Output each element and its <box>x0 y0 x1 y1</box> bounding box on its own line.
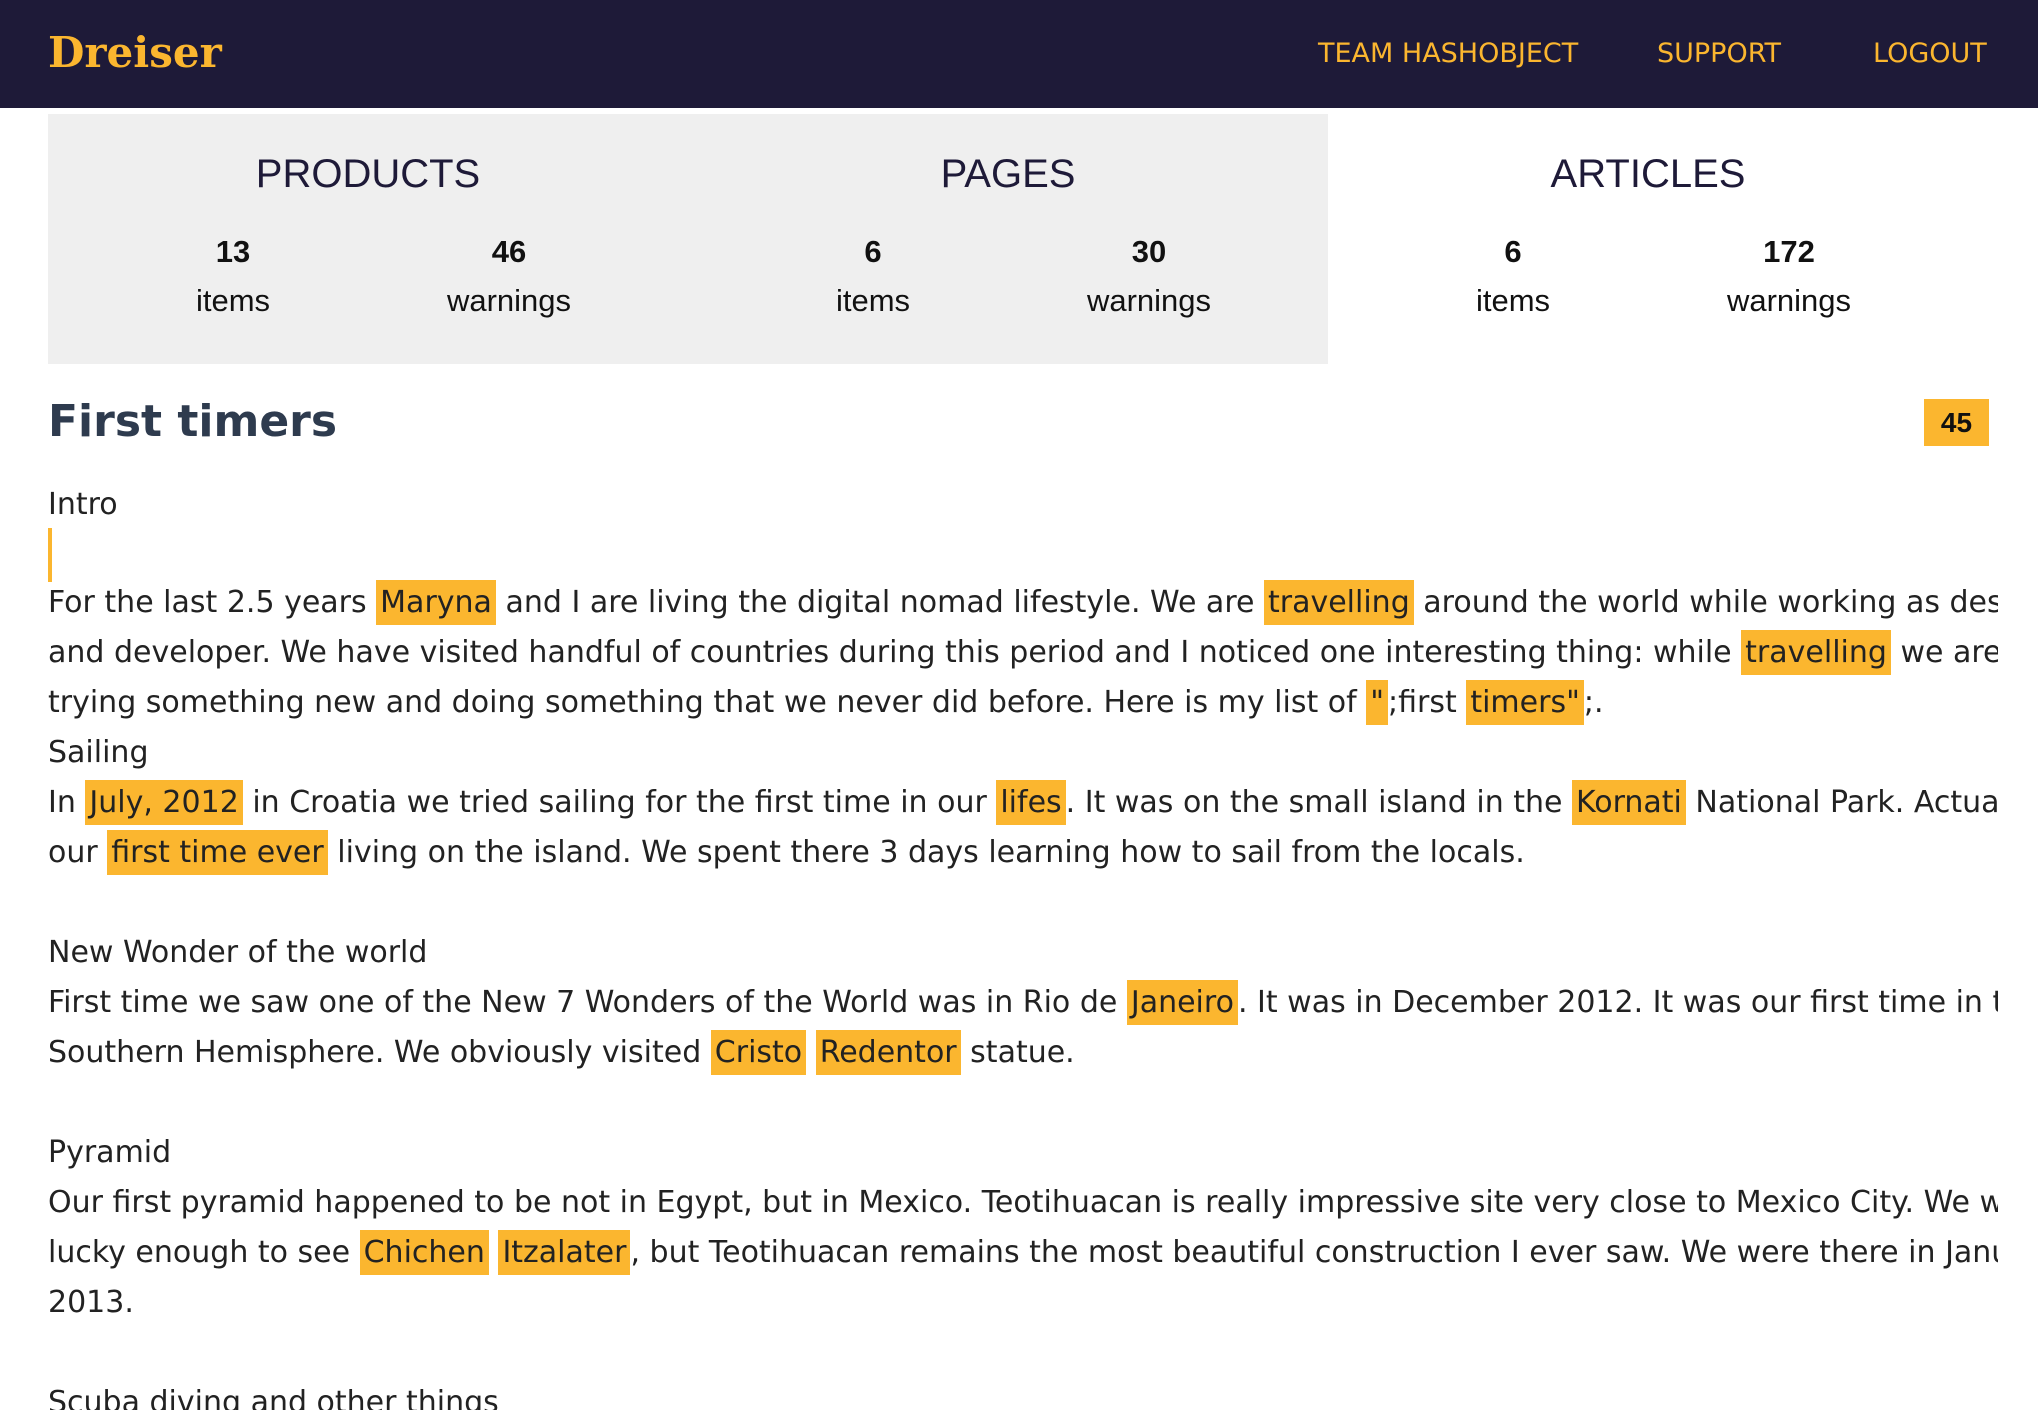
warning-count-badge: 45 <box>1924 399 1989 446</box>
article-text: In <box>48 785 86 820</box>
article-text: Our first pyramid happened to be not in … <box>48 1185 1998 1220</box>
article-text: and I are living the digital nomad lifes… <box>495 585 1264 620</box>
warning-highlight[interactable]: Chichen <box>359 1230 489 1275</box>
article-text: , but Teotihuacan remains the most beaut… <box>630 1235 1998 1270</box>
warning-highlight[interactable]: Cristo <box>710 1030 807 1075</box>
article-text: New Wonder of the world <box>48 935 428 970</box>
article-text: we are always <box>1900 635 1998 670</box>
article-text: living on the island. We spent there 3 d… <box>327 835 1525 870</box>
article-line: trying something new and doing something… <box>48 678 1998 728</box>
items-count: 6 items <box>1383 232 1643 322</box>
warnings-count-label: warnings <box>1726 283 1852 318</box>
article-line <box>48 528 1998 582</box>
warnings-count: 172 warnings <box>1659 232 1919 322</box>
warning-highlight[interactable]: Itzalater <box>498 1230 631 1275</box>
article-text: 2013. <box>48 1285 134 1320</box>
article-text: around the world while working as design… <box>1423 585 1998 620</box>
stats-panel-pages[interactable]: PAGES 6 items 30 warnings <box>688 114 1328 364</box>
warning-highlight[interactable]: Redentor <box>815 1030 961 1075</box>
stats-panel-title: ARTICLES <box>1550 152 1746 196</box>
text-cursor <box>48 528 52 582</box>
items-count-value: 13 <box>215 234 251 269</box>
article-line: Our first pyramid happened to be not in … <box>48 1178 1998 1228</box>
article-text: Southern Hemisphere. We obviously visite… <box>48 1035 711 1070</box>
article-line: Intro <box>48 480 1998 530</box>
items-count-value: 6 <box>864 234 882 269</box>
warning-highlight[interactable]: " <box>1366 680 1389 725</box>
article-text: . It was in December 2012. It was our fi… <box>1237 985 1998 1020</box>
items-count: 13 items <box>103 232 363 322</box>
items-count: 6 items <box>743 232 1003 322</box>
article-text: For the last 2.5 years <box>48 585 377 620</box>
stats-panel-title: PAGES <box>940 152 1076 196</box>
warning-highlight[interactable]: Kornati <box>1572 780 1686 825</box>
article-title: First timers <box>48 396 338 447</box>
brand-logo[interactable]: Dreiser <box>48 24 222 82</box>
article-text: Scuba diving and other things <box>48 1385 499 1410</box>
warning-highlight[interactable]: timers" <box>1466 680 1584 725</box>
warning-highlight[interactable]: July, 2012 <box>85 780 243 825</box>
stats-panel-articles[interactable]: ARTICLES 6 items 172 warnings <box>1328 114 1968 364</box>
warning-highlight[interactable]: travelling <box>1263 580 1414 625</box>
article-text: Sailing <box>48 735 149 770</box>
article-line: 2013. <box>48 1278 1998 1328</box>
article-line: Sailing <box>48 728 1998 778</box>
stats-panel-title: PRODUCTS <box>255 152 481 196</box>
warning-highlight[interactable]: Janeiro <box>1126 980 1238 1025</box>
warnings-count-label: warnings <box>1086 283 1212 318</box>
warnings-count-label: warnings <box>446 283 572 318</box>
article-text <box>806 1035 816 1070</box>
article-body-editor[interactable]: Intro For the last 2.5 years Maryna and I… <box>48 480 1998 1410</box>
article-text: our <box>48 835 108 870</box>
article-text <box>489 1235 499 1270</box>
article-line: Scuba diving and other things <box>48 1378 1998 1410</box>
top-nav-bar: Dreiser TEAM HASHOBJECT SUPPORT LOGOUT <box>0 0 2038 108</box>
article-line: In July, 2012 in Croatia we tried sailin… <box>48 778 1998 828</box>
warnings-count: 30 warnings <box>1019 232 1279 322</box>
article-line: New Wonder of the world <box>48 928 1998 978</box>
nav-link-team-hashobject[interactable]: TEAM HASHOBJECT <box>1318 36 1578 72</box>
stats-panel-products[interactable]: PRODUCTS 13 items 46 warnings <box>48 114 688 364</box>
warning-highlight[interactable]: first time ever <box>107 830 328 875</box>
warnings-count-value: 172 <box>1763 234 1815 269</box>
warnings-count-value: 46 <box>491 234 527 269</box>
article-text: ;. <box>1583 685 1604 720</box>
article-text: statue. <box>960 1035 1075 1070</box>
article-line: lucky enough to see Chichen Itzalater, b… <box>48 1228 1998 1278</box>
article-line: For the last 2.5 years Maryna and I are … <box>48 578 1998 628</box>
article-text: ;first <box>1388 685 1467 720</box>
warning-highlight[interactable]: Maryna <box>376 580 496 625</box>
article-line: and developer. We have visited handful o… <box>48 628 1998 678</box>
article-line: First time we saw one of the New 7 Wonde… <box>48 978 1998 1028</box>
warning-highlight[interactable]: lifes <box>996 780 1066 825</box>
nav-link-logout[interactable]: LOGOUT <box>1873 36 1987 72</box>
items-count-label: items <box>1475 283 1551 318</box>
article-line: Pyramid <box>48 1128 1998 1178</box>
items-count-value: 6 <box>1504 234 1522 269</box>
article-text: trying something new and doing something… <box>48 685 1367 720</box>
items-count-label: items <box>195 283 271 318</box>
article-text: in Croatia we tried sailing for the firs… <box>242 785 997 820</box>
article-line: Southern Hemisphere. We obviously visite… <box>48 1028 1998 1078</box>
article-text: lucky enough to see <box>48 1235 360 1270</box>
article-text: Intro <box>48 487 118 522</box>
warnings-count-value: 30 <box>1131 234 1167 269</box>
items-count-label: items <box>835 283 911 318</box>
article-line: our first time ever living on the island… <box>48 828 1998 878</box>
article-text: First time we saw one of the New 7 Wonde… <box>48 985 1127 1020</box>
article-text: Pyramid <box>48 1135 172 1170</box>
warnings-count: 46 warnings <box>379 232 639 322</box>
article-text: National Park. Actually, it was <box>1695 785 1998 820</box>
warning-highlight[interactable]: travelling <box>1741 630 1891 675</box>
nav-link-support[interactable]: SUPPORT <box>1657 36 1781 72</box>
article-text: . It was on the small island in the <box>1065 785 1573 820</box>
article-text: and developer. We have visited handful o… <box>48 635 1742 670</box>
